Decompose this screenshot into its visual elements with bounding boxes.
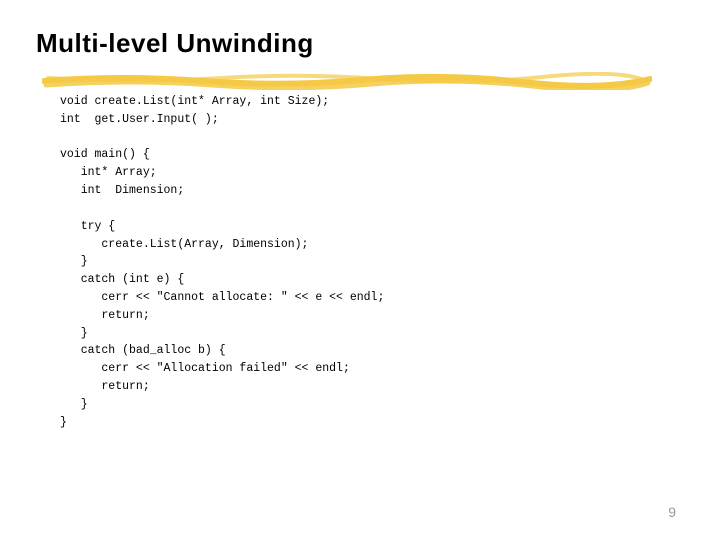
code-line: } bbox=[60, 327, 88, 340]
code-line: int get.User.Input( ); bbox=[60, 113, 219, 126]
code-line: return; bbox=[60, 309, 150, 322]
code-line: cerr << "Cannot allocate: " << e << endl… bbox=[60, 291, 384, 304]
code-block: void create.List(int* Array, int Size); … bbox=[60, 93, 720, 431]
code-line: try { bbox=[60, 220, 115, 233]
title-underline bbox=[42, 72, 652, 90]
code-line: catch (int e) { bbox=[60, 273, 184, 286]
code-line: int* Array; bbox=[60, 166, 157, 179]
code-line: return; bbox=[60, 380, 150, 393]
code-line: } bbox=[60, 398, 88, 411]
code-line: void main() { bbox=[60, 148, 150, 161]
code-line: } bbox=[60, 416, 67, 429]
slide-title: Multi-level Unwinding bbox=[36, 28, 720, 59]
slide-number: 9 bbox=[668, 504, 676, 520]
code-line: create.List(Array, Dimension); bbox=[60, 238, 308, 251]
code-line: void create.List(int* Array, int Size); bbox=[60, 95, 329, 108]
code-line: cerr << "Allocation failed" << endl; bbox=[60, 362, 350, 375]
code-line: catch (bad_alloc b) { bbox=[60, 344, 226, 357]
code-line: int Dimension; bbox=[60, 184, 184, 197]
code-line: } bbox=[60, 255, 88, 268]
